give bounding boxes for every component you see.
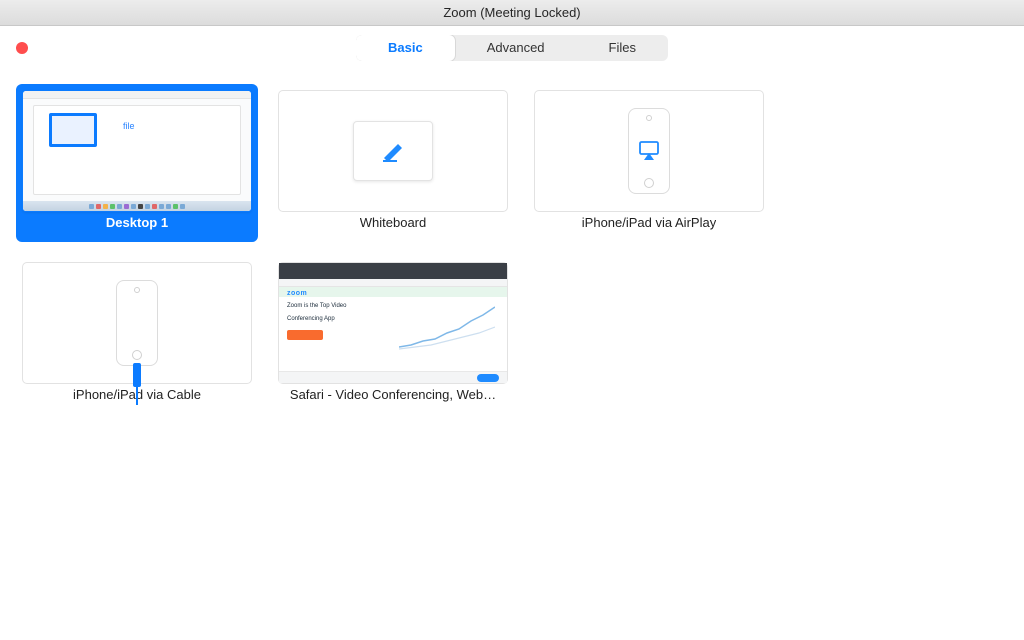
share-tile-desktop-1-label: Desktop 1 — [106, 212, 168, 234]
share-tile-cable-thumb — [22, 262, 252, 384]
share-mode-tabs: Basic Advanced Files — [356, 35, 668, 61]
share-tile-whiteboard-label: Whiteboard — [360, 212, 426, 234]
safari-headline-1: Zoom is the Top Video — [287, 303, 373, 313]
share-tile-whiteboard-thumb — [278, 90, 508, 212]
desktop-preview-icon: file — [23, 91, 251, 211]
share-tile-desktop-1[interactable]: file Desktop 1 — [16, 84, 258, 242]
airplay-icon — [638, 141, 660, 161]
window-title: Zoom (Meeting Locked) — [443, 5, 580, 20]
window-titlebar: Zoom (Meeting Locked) — [0, 0, 1024, 26]
tab-files[interactable]: Files — [577, 35, 668, 61]
safari-cta-icon — [287, 330, 323, 340]
share-tile-desktop-1-thumb: file — [22, 90, 252, 212]
safari-preview-icon: zoom Zoom is the Top Video Conferencing … — [279, 263, 507, 383]
phone-outline-icon — [116, 280, 158, 366]
cable-wire-icon — [136, 387, 138, 405]
line-chart-icon — [399, 303, 495, 351]
marker-icon — [378, 138, 408, 164]
tab-basic[interactable]: Basic — [356, 35, 455, 61]
tab-advanced[interactable]: Advanced — [455, 35, 577, 61]
cable-plug-icon — [133, 363, 141, 387]
whiteboard-card-icon — [353, 121, 433, 181]
share-tile-whiteboard[interactable]: Whiteboard — [272, 84, 514, 242]
share-tile-safari-thumb: zoom Zoom is the Top Video Conferencing … — [278, 262, 508, 384]
record-indicator-icon — [16, 42, 28, 54]
share-tile-airplay-label: iPhone/iPad via AirPlay — [582, 212, 716, 234]
share-grid: file Desktop 1 Whiteboard — [0, 70, 1024, 428]
share-tile-airplay[interactable]: iPhone/iPad via AirPlay — [528, 84, 770, 242]
share-tile-cable[interactable]: iPhone/iPad via Cable — [16, 256, 258, 414]
safari-headline-2: Conferencing App — [287, 316, 354, 324]
share-tile-airplay-thumb — [534, 90, 764, 212]
share-tile-safari-label: Safari - Video Conferencing, Web… — [290, 384, 496, 406]
share-tile-safari[interactable]: zoom Zoom is the Top Video Conferencing … — [272, 256, 514, 414]
phone-outline-icon — [628, 108, 670, 194]
toolbar: Basic Advanced Files — [0, 26, 1024, 70]
